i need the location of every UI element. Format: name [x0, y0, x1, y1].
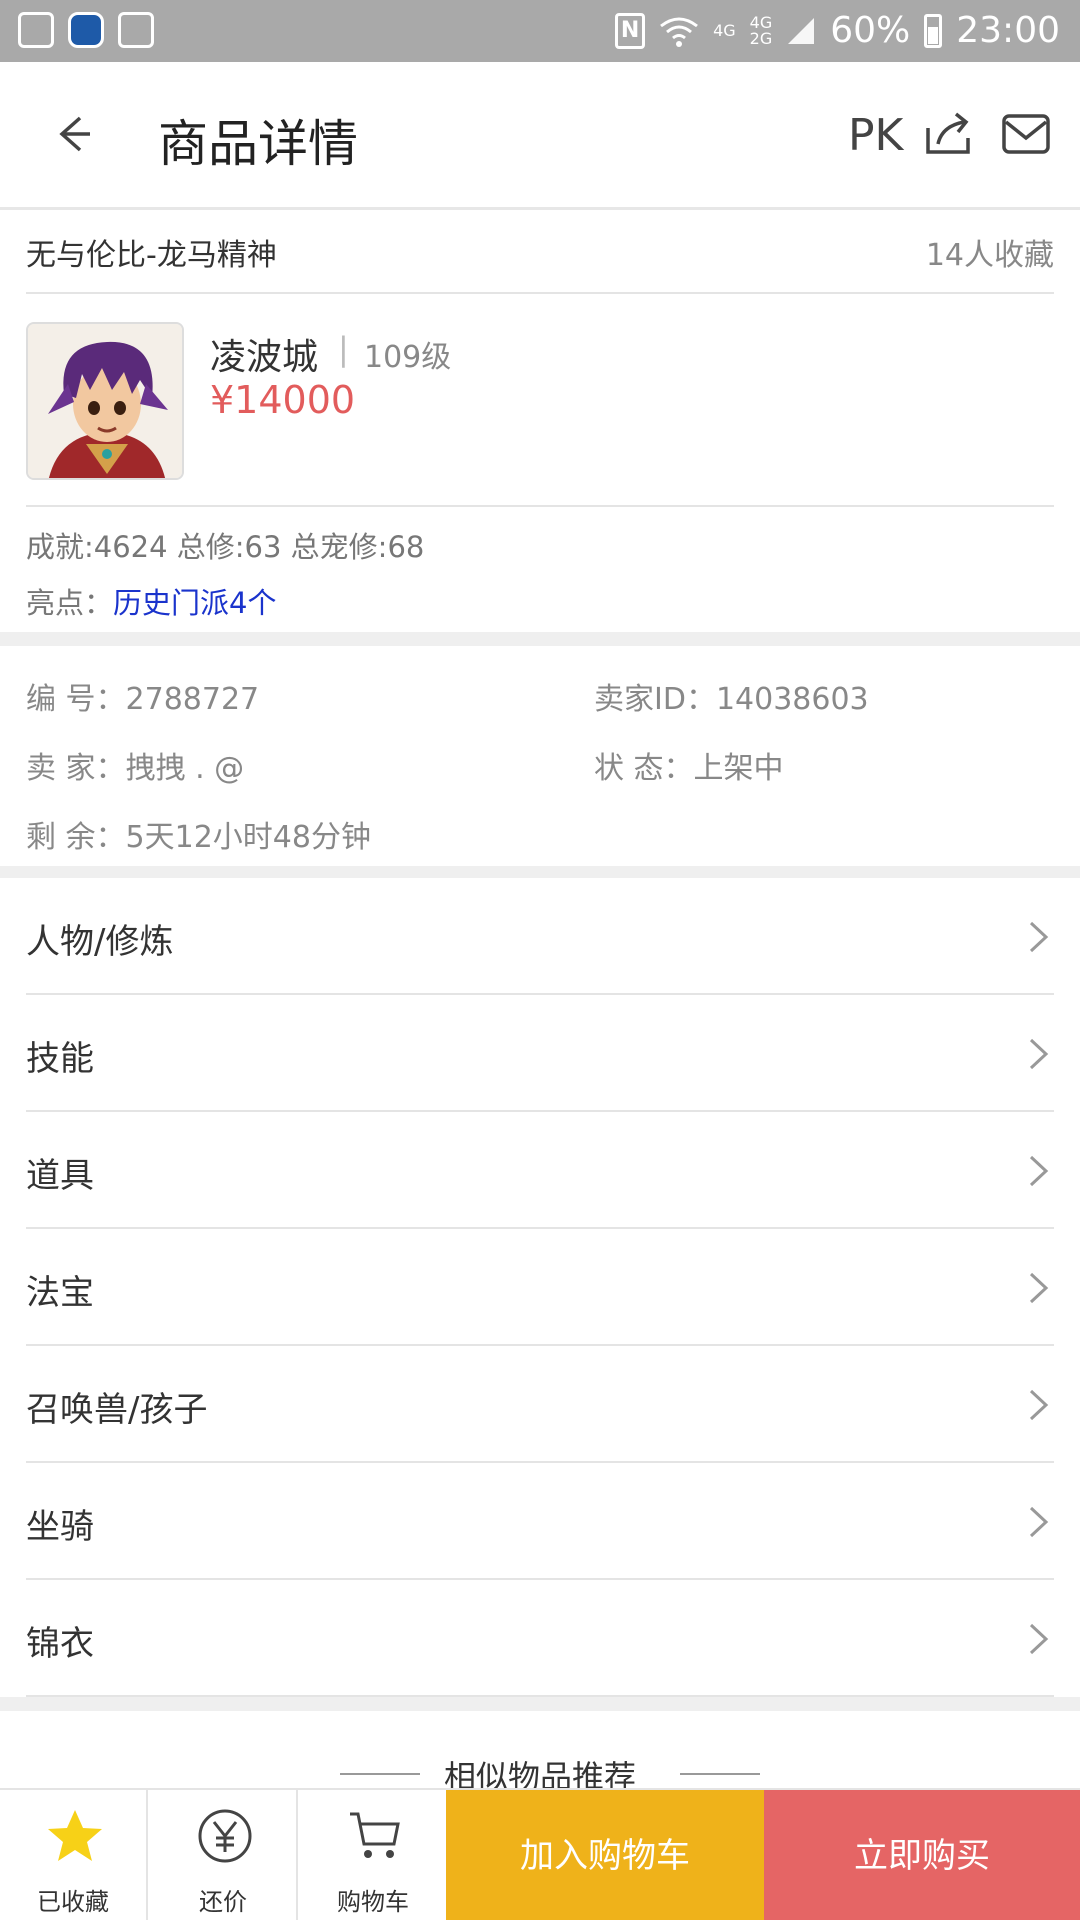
clock: 23:00 — [956, 10, 1060, 51]
status-bar: N 4G 4G 2G 60% 23:00 — [0, 0, 1080, 62]
bargain-tab[interactable]: 还价 — [150, 1790, 298, 1920]
highlight-row: 亮点：历史门派4个 — [26, 580, 276, 622]
message-icon[interactable] — [1002, 114, 1050, 154]
bottom-action-bar: 已收藏 还价 购物车 加入购物车 立即购买 — [0, 1788, 1080, 1920]
buy-now-button[interactable]: 立即购买 — [764, 1790, 1080, 1920]
section-gap — [0, 632, 1080, 646]
cart-icon — [350, 1812, 400, 1858]
battery-percent: 60% — [830, 10, 911, 51]
section-treasures[interactable]: 法宝 — [26, 1229, 1054, 1346]
product-name: 无与伦比-龙马精神 — [26, 238, 277, 273]
favorite-count: 14人收藏 — [925, 238, 1054, 273]
cart-tab[interactable]: 购物车 — [300, 1790, 448, 1920]
character-level: 109级 — [364, 340, 452, 375]
network-type: 4G — [713, 20, 736, 40]
item-number: 编 号：2788727 — [26, 682, 260, 717]
section-mounts[interactable]: 坐骑 — [26, 1463, 1054, 1580]
battery-icon — [924, 13, 943, 48]
chevron-right-icon — [1029, 1389, 1049, 1421]
yuan-bargain-icon — [198, 1809, 252, 1863]
nfc-icon: N — [615, 12, 646, 49]
seller-name: 卖 家：拽拽 . @ — [26, 751, 245, 786]
detail-sections-list: 人物/修炼 技能 道具 法宝 召唤兽/孩子 坐骑 锦衣 — [0, 878, 1080, 1697]
product-header-row: 无与伦比-龙马精神 14人收藏 — [26, 210, 1054, 294]
page-title: 商品详情 — [158, 115, 358, 173]
section-items[interactable]: 道具 — [26, 1112, 1054, 1229]
chevron-right-icon — [1029, 1155, 1049, 1187]
seller-id: 卖家ID：14038603 — [594, 682, 869, 717]
app-bar: 商品详情 PK — [0, 62, 1080, 210]
section-label: 道具 — [26, 1156, 94, 1196]
section-label: 人物/修炼 — [26, 922, 174, 962]
clock-app-icon — [118, 12, 154, 48]
product-price: ¥14000 — [210, 378, 356, 422]
pk-button[interactable]: PK — [848, 110, 903, 161]
character-stats: 成就:4624 总修:63 总宠修:68 — [26, 530, 425, 564]
section-costumes[interactable]: 锦衣 — [26, 1580, 1054, 1697]
add-to-cart-button[interactable]: 加入购物车 — [446, 1790, 764, 1920]
section-label: 技能 — [26, 1039, 94, 1079]
section-label: 法宝 — [26, 1273, 94, 1313]
divider — [26, 505, 1054, 507]
decor-line-right — [680, 1773, 760, 1775]
section-summons[interactable]: 召唤兽/孩子 — [26, 1346, 1054, 1463]
cart-label: 购物车 — [337, 1888, 409, 1916]
listing-status: 状 态：上架中 — [594, 751, 784, 786]
favorited-tab[interactable]: 已收藏 — [0, 1790, 148, 1920]
server-name: 凌波城 — [210, 337, 319, 378]
network-2g: 2G — [749, 28, 773, 48]
back-arrow-icon[interactable] — [50, 112, 94, 156]
chevron-right-icon — [1029, 1623, 1049, 1655]
favorited-label: 已收藏 — [37, 1888, 109, 1916]
character-portrait — [28, 324, 182, 478]
time-remaining: 剩 余：5天12小时48分钟 — [26, 820, 371, 855]
share-icon[interactable] — [924, 108, 974, 158]
highlight-label: 亮点： — [26, 586, 114, 620]
wifi-icon — [660, 17, 698, 47]
section-gap — [0, 1697, 1080, 1711]
section-skills[interactable]: 技能 — [26, 995, 1054, 1112]
chevron-right-icon — [1029, 1272, 1049, 1304]
star-icon — [48, 1810, 102, 1861]
section-gap — [0, 866, 1080, 878]
chevron-right-icon — [1029, 1038, 1049, 1070]
section-label: 坐骑 — [26, 1507, 94, 1547]
section-label: 锦衣 — [26, 1624, 94, 1664]
separator: | — [338, 330, 349, 368]
signal-icon — [788, 17, 815, 44]
dual-network: 4G 2G — [749, 14, 773, 48]
chevron-right-icon — [1029, 1506, 1049, 1538]
sim-icon — [18, 12, 54, 48]
bargain-label: 还价 — [199, 1888, 247, 1916]
chevron-right-icon — [1029, 921, 1049, 953]
highlight-link[interactable]: 历史门派4个 — [113, 586, 276, 620]
section-character-training[interactable]: 人物/修炼 — [26, 878, 1054, 995]
section-label: 召唤兽/孩子 — [26, 1390, 208, 1430]
location-settings-icon — [68, 12, 104, 48]
character-avatar — [26, 322, 184, 480]
